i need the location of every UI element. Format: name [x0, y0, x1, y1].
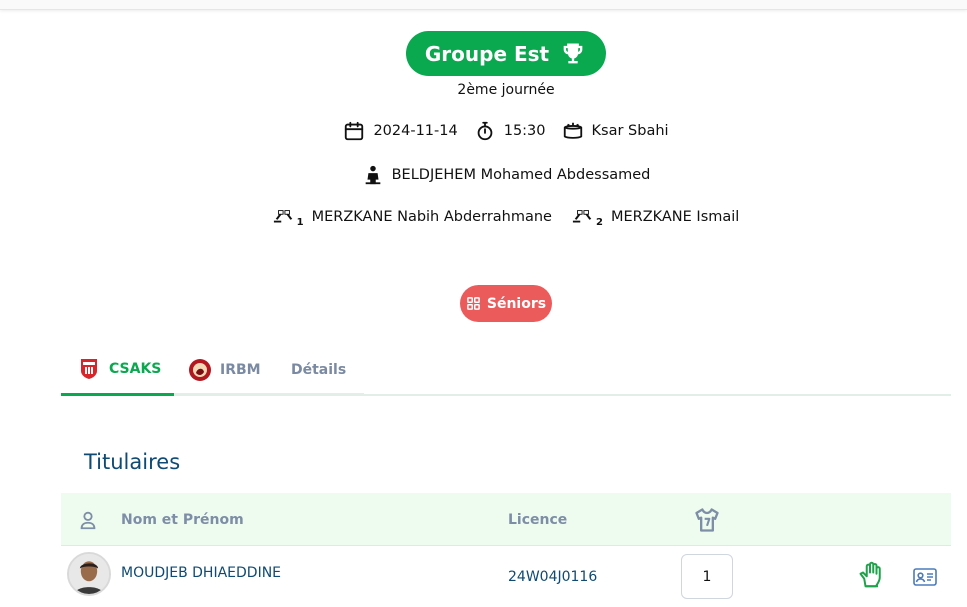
table-row[interactable]: MOUDJEB DHIAEDDINE 24W04J0116 1 [61, 547, 951, 607]
top-bar [0, 0, 967, 10]
avatar [67, 552, 111, 596]
csaks-logo-icon [81, 359, 97, 379]
assistant-flag-icon [572, 209, 592, 222]
stadium-text: Ksar Sbahi [591, 123, 669, 139]
tab-irbm[interactable]: IRBM [188, 345, 288, 394]
user-icon [80, 511, 96, 529]
player-photo [69, 554, 109, 594]
player-number-field[interactable]: 1 [681, 554, 733, 599]
assistant-index-1: 1 [296, 217, 304, 228]
goalkeeper-glove-icon [859, 561, 881, 588]
irbm-logo-icon [189, 358, 211, 381]
player-licence: 24W04J0116 [508, 569, 598, 585]
header-name: Nom et Prénom [121, 511, 244, 528]
match-time: 15:30 [474, 120, 546, 142]
id-card-icon[interactable] [913, 568, 937, 586]
referee-icon [365, 165, 380, 185]
tab-label: CSAKS [109, 361, 162, 377]
time-text: 15:30 [503, 123, 546, 139]
referee-name: BELDJEHEM Mohamed Abdessamed [391, 167, 651, 183]
stopwatch-icon [477, 121, 493, 141]
referee: BELDJEHEM Mohamed Abdessamed [362, 164, 651, 186]
category-button-seniors[interactable]: Séniors [460, 285, 552, 322]
referee-row: BELDJEHEM Mohamed Abdessamed [0, 164, 967, 186]
assistants-row: 1 MERZKANE Nabih Abderrahmane 2 MERZKANE… [0, 205, 967, 228]
header-licence: Licence [508, 511, 568, 528]
round-label: 2ème journée [457, 82, 555, 98]
assistant-flag-icon [273, 209, 292, 222]
jersey-icon [695, 507, 719, 532]
assistant-referee-2: 2 MERZKANE Ismail [572, 205, 739, 228]
trophy-icon [563, 43, 583, 63]
match-info-row: 2024-11-14 15:30 Ksar Sbahi [0, 120, 967, 142]
header-number-column [693, 493, 721, 546]
assistant-name-2: MERZKANE Ismail [610, 208, 740, 225]
tab-csaks[interactable]: CSAKS [61, 345, 174, 396]
assistant-referee-1: 1 MERZKANE Nabih Abderrahmane [273, 205, 552, 228]
group-label: Groupe Est [424, 41, 550, 66]
date-text: 2024-11-14 [373, 123, 458, 139]
table-header: Nom et Prénom Licence [61, 493, 951, 546]
grid-icon [467, 297, 480, 310]
tab-label: Détails [291, 361, 347, 378]
match-date: 2024-11-14 [343, 120, 458, 142]
category-label: Séniors [486, 295, 547, 312]
calendar-icon [345, 121, 364, 141]
tab-details[interactable]: Détails [291, 345, 363, 394]
player-name: MOUDJEB DHIAEDDINE [121, 565, 282, 581]
header-avatar-column [77, 493, 99, 546]
assistant-index-2: 2 [595, 217, 603, 228]
team-tabs: CSAKS IRBM Détails [61, 345, 951, 396]
tab-label: IRBM [220, 361, 261, 378]
stadium-icon [563, 122, 582, 139]
assistant-name-1: MERZKANE Nabih Abderrahmane [311, 208, 552, 225]
match-stadium: Ksar Sbahi [562, 120, 669, 142]
group-badge: Groupe Est [406, 31, 606, 76]
section-title-titulaires: Titulaires [84, 450, 181, 474]
